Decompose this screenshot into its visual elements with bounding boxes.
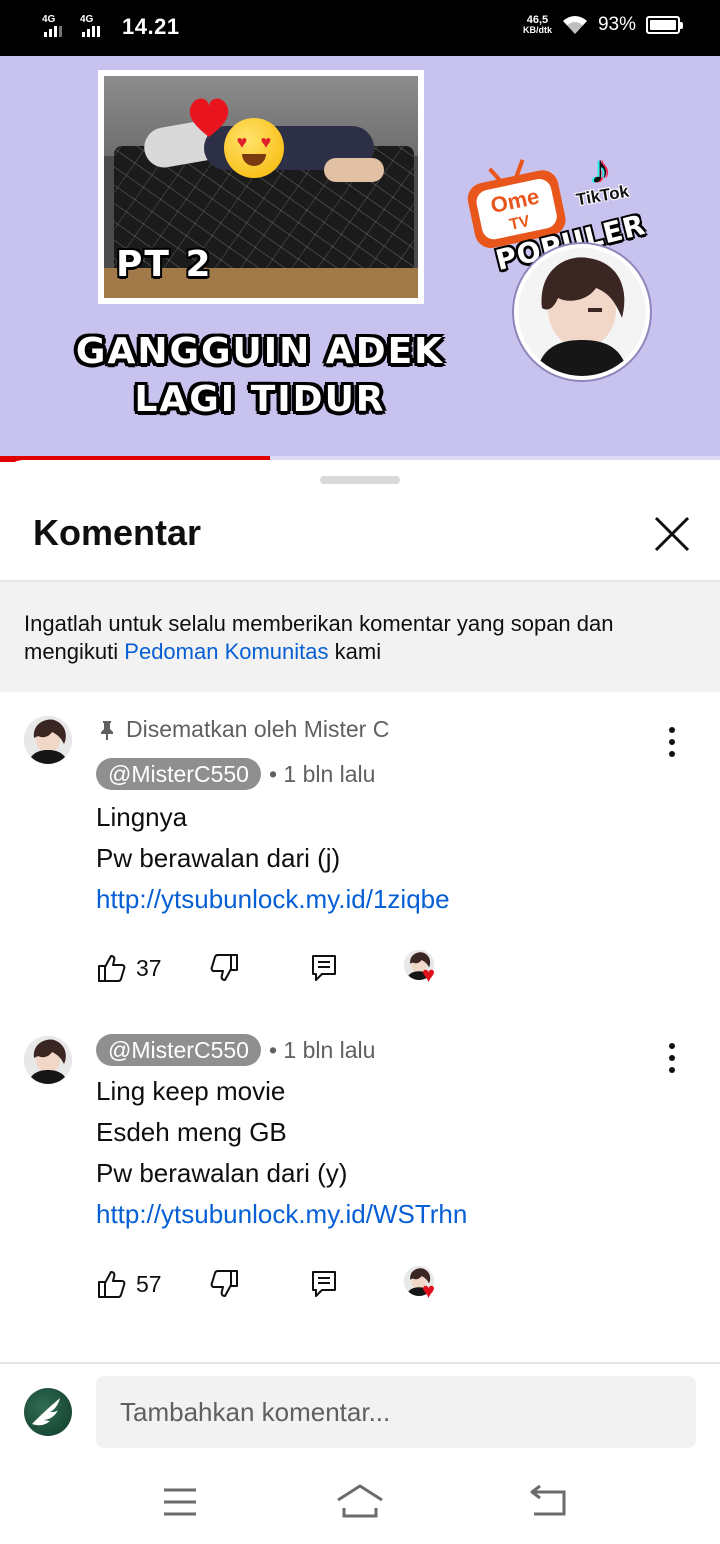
thumbs-down-icon (210, 954, 238, 981)
creator-heart-icon: ♥ (404, 950, 448, 990)
channel-avatar (514, 244, 650, 380)
status-left: 4G 4G 14.21 (42, 14, 180, 40)
thumbs-up-icon (98, 955, 126, 982)
author-handle[interactable]: @MisterC550 (96, 758, 261, 790)
pinned-label: Disematkan oleh Mister C (126, 716, 390, 742)
comment-meta: @MisterC550 • 1 bln lalu (96, 1034, 375, 1066)
menu-icon[interactable] (150, 1480, 210, 1524)
status-bar: 4G 4G 14.21 46,5 KB/dtk 93% (0, 0, 720, 56)
overlay-title-line: LAGI TIDUR (134, 379, 386, 420)
net-speed: 46,5 KB/dtk (522, 14, 552, 36)
creator-heart-icon: ♥ (404, 1266, 448, 1306)
community-guidelines-link[interactable]: Pedoman Komunitas (124, 639, 328, 664)
wing-logo-icon (32, 1398, 60, 1426)
avatar[interactable] (24, 1036, 72, 1084)
net-speed-unit: KB/dtk (522, 25, 552, 35)
home-icon[interactable] (330, 1480, 390, 1524)
comment-text-line: Pw berawalan dari (j) (96, 843, 341, 873)
comment-time: • 1 bln lalu (268, 760, 376, 787)
comment-meta: @MisterC550 • 1 bln lalu (96, 758, 375, 790)
comment-item: @MisterC550 • 1 bln lalu Ling keep movie… (0, 1034, 720, 1336)
comment-link[interactable]: http://ytsubunlock.my.id/1ziqbe (96, 884, 450, 915)
overlay-title-line: GANGGUIN ADEK (75, 331, 445, 372)
author-handle[interactable]: @MisterC550 (96, 1034, 261, 1066)
network-type: 4G (80, 14, 94, 25)
drag-handle[interactable] (320, 476, 400, 484)
battery-percent: 93% (597, 14, 636, 35)
battery-icon (646, 16, 683, 34)
system-nav-bar (0, 1460, 720, 1544)
reply-button[interactable] (310, 1264, 338, 1304)
comment-text-line: Esdeh meng GB (96, 1117, 287, 1147)
comment-text-line: Ling keep movie (96, 1076, 286, 1106)
reply-icon (312, 955, 336, 981)
thumbs-down-icon (210, 1270, 238, 1297)
network-type: 4G (42, 14, 56, 25)
like-count: 37 (136, 954, 162, 981)
like-button[interactable]: 37 (96, 948, 162, 988)
comment-text-line: Lingnya (96, 802, 188, 832)
tiktok-logo: ♪ TikTok (572, 148, 662, 218)
comment-item: Disematkan oleh Mister C @MisterC550 • 1… (0, 716, 720, 996)
more-vert-icon[interactable] (652, 718, 692, 766)
status-right: 46,5 KB/dtk 93% (522, 14, 683, 36)
signal-icon: 4G (80, 15, 108, 39)
reply-icon (312, 1271, 336, 1297)
signal-icon: 4G (42, 15, 70, 39)
divider (0, 1362, 720, 1364)
add-comment-input[interactable] (96, 1376, 696, 1448)
avatar[interactable] (24, 716, 72, 764)
reply-button[interactable] (310, 948, 338, 988)
tiktok-label: TikTok (574, 181, 631, 210)
like-count: 57 (136, 1270, 162, 1297)
back-icon[interactable] (518, 1480, 578, 1524)
comment-actions: 37 ♥ (96, 948, 696, 988)
wifi-icon (562, 16, 587, 34)
like-button[interactable]: 57 (96, 1264, 162, 1304)
thumbs-up-icon (98, 1271, 126, 1298)
thumbnail-photo: ♥ ♥ PT 2 (98, 70, 424, 304)
pinned-indicator: Disematkan oleh Mister C (98, 716, 389, 743)
video-overlay-title: GANGGUIN ADEK LAGI TIDUR (60, 328, 460, 424)
comment-text-line: Pw berawalan dari (y) (96, 1158, 348, 1188)
net-speed-value: 46,5 (526, 14, 549, 26)
more-vert-icon[interactable] (652, 1034, 692, 1082)
clock: 14.21 (122, 14, 180, 39)
thumb-badge: PT 2 (116, 244, 213, 285)
sheet-title: Komentar (33, 512, 202, 553)
close-icon[interactable] (648, 510, 696, 558)
heart-eyes-emoji-icon: ♥ ♥ (224, 118, 284, 178)
dislike-button[interactable] (208, 948, 240, 988)
pin-icon (101, 720, 113, 740)
user-avatar (24, 1388, 72, 1436)
comment-actions: 57 ♥ (96, 1264, 696, 1304)
dislike-button[interactable] (208, 1264, 240, 1304)
comment-time: • 1 bln lalu (268, 1036, 376, 1063)
community-guidelines-notice: Ingatlah untuk selalu memberikan komenta… (0, 582, 720, 692)
comment-link[interactable]: http://ytsubunlock.my.id/WSTrhn (96, 1199, 467, 1230)
guideline-suffix: kami (328, 639, 382, 664)
video-player[interactable]: ♥ ♥ PT 2 GANGGUIN ADEK LAGI TIDUR Ome TV… (0, 56, 720, 460)
